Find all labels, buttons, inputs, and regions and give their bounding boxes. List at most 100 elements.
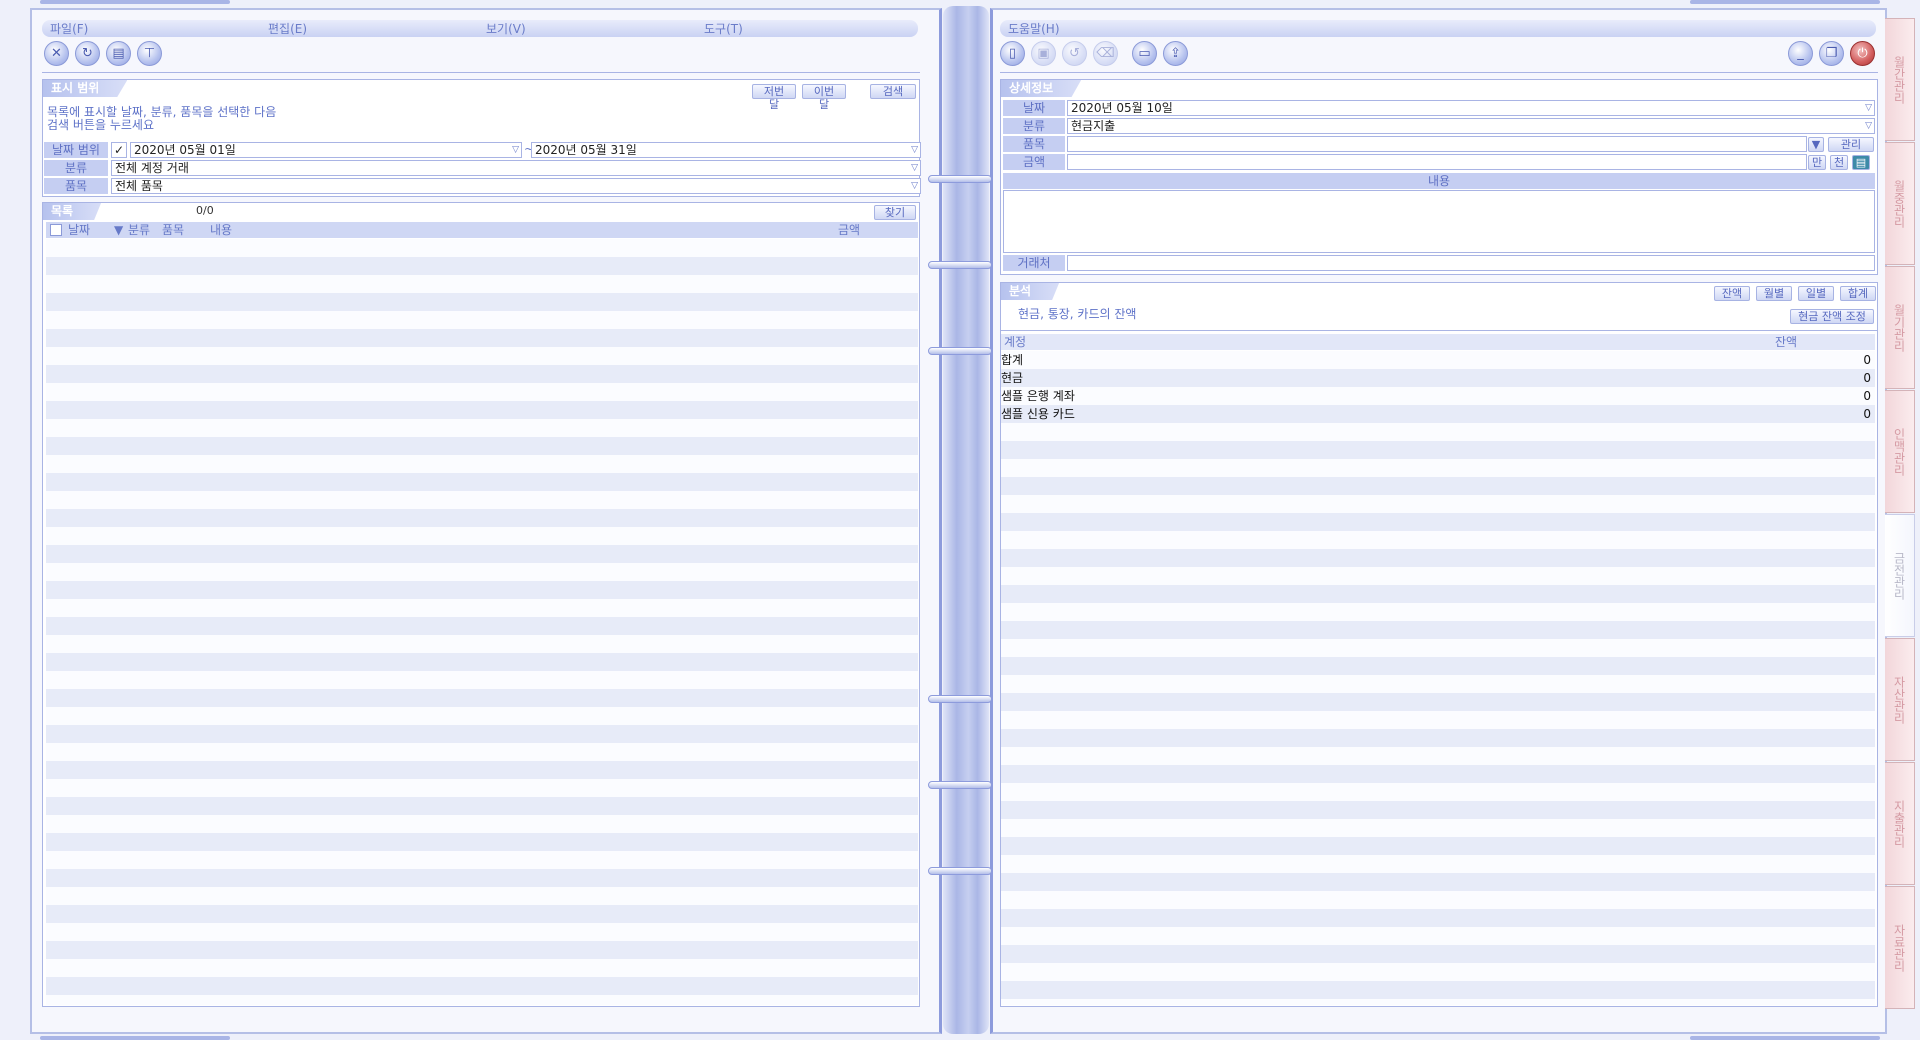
restore-icon[interactable]: ❐ <box>1819 41 1844 66</box>
item-label: 품목 <box>44 178 108 194</box>
side-tab-monthly[interactable]: 월간관리 <box>1885 18 1915 141</box>
man-button[interactable]: 만 <box>1808 155 1826 170</box>
side-tab-diary[interactable]: 월기관리 <box>1885 266 1915 389</box>
print-icon[interactable]: ▤ <box>106 41 131 66</box>
list-title: 목록 <box>43 203 102 220</box>
export-icon[interactable]: ⇪ <box>1163 41 1188 66</box>
right-toolbar: ▯ ▣ ↺ ⌫ ▭ ⇪ <box>1000 41 1188 66</box>
binder-ring <box>928 867 992 875</box>
col-balance[interactable]: 잔액 <box>1775 334 1797 350</box>
menu-help[interactable]: 도움말(H) <box>1000 20 1060 37</box>
page-corner <box>1690 1036 1880 1040</box>
side-tab-data[interactable]: 자료관리 <box>1885 886 1915 1009</box>
manage-button[interactable]: 관리 <box>1828 137 1874 152</box>
detail-amount-field[interactable] <box>1067 154 1807 170</box>
analysis-rows <box>1001 351 1875 1005</box>
page-corner <box>40 0 230 4</box>
adjust-cash-button[interactable]: 현금 잔액 조정 <box>1790 309 1874 324</box>
trash-icon[interactable]: ⌫ <box>1093 41 1118 66</box>
date-range-checkbox[interactable]: ✓ <box>111 142 127 158</box>
this-month-button[interactable]: 이번달 <box>802 84 846 111</box>
analysis-subtitle: 현금, 통장, 카드의 잔액 <box>1018 307 1137 321</box>
cheon-button[interactable]: 천 <box>1830 155 1848 170</box>
col-account[interactable]: 계정 <box>1004 334 1026 350</box>
date-from-field[interactable]: 2020년 05월 01일 ▽ <box>130 142 522 158</box>
dropdown-icon: ▽ <box>1865 103 1872 113</box>
window-controls: _ ❐ ⏻ <box>1788 41 1875 66</box>
date-range-label: 날짜 범위 <box>44 142 108 158</box>
filter-icon[interactable]: ⊤ <box>137 41 162 66</box>
category-select[interactable]: 전체 계정 거래 ▽ <box>111 160 921 176</box>
save-icon[interactable]: ▣ <box>1031 41 1056 66</box>
binder-ring <box>928 261 992 269</box>
vendor-label: 거래처 <box>1003 255 1065 271</box>
binder-spine <box>943 6 989 1034</box>
power-icon[interactable]: ⏻ <box>1850 41 1875 66</box>
account-row[interactable]: 샘플 신용 카드 0 <box>1001 405 1875 423</box>
undo-icon[interactable]: ↺ <box>1062 41 1087 66</box>
detail-category-select[interactable]: 현금지출 ▽ <box>1067 118 1875 134</box>
vendor-field[interactable] <box>1067 255 1875 271</box>
side-tab-contacts[interactable]: 인맥관리 <box>1885 390 1915 513</box>
content-textarea[interactable] <box>1003 190 1875 253</box>
search-button[interactable]: 검색 <box>870 84 916 99</box>
col-amount[interactable]: 금액 <box>838 222 860 238</box>
account-row[interactable]: 샘플 은행 계좌 0 <box>1001 387 1875 405</box>
divider <box>1001 330 1877 331</box>
range-hint: 검색 버튼을 누르세요 <box>47 118 154 132</box>
new-icon[interactable]: ▯ <box>1000 41 1025 66</box>
card-icon[interactable]: ▭ <box>1132 41 1157 66</box>
range-title: 표시 범위 <box>43 80 128 97</box>
category-label: 분류 <box>44 160 108 176</box>
detail-item-field[interactable] <box>1067 136 1807 152</box>
list-header: 날짜 ▼ 분류 품목 내용 금액 <box>46 222 918 238</box>
divider <box>1000 72 1878 73</box>
col-date[interactable]: 날짜 <box>68 222 90 238</box>
delete-icon[interactable]: ✕ <box>44 41 69 66</box>
calculator-icon[interactable]: ▤ <box>1852 155 1870 170</box>
col-category[interactable]: 분류 <box>128 222 150 238</box>
detail-item-label: 품목 <box>1003 136 1065 152</box>
divider <box>42 72 920 73</box>
side-tab-money[interactable]: 금전관리 <box>1885 514 1915 637</box>
menu-edit[interactable]: 편집(E) <box>260 20 478 37</box>
side-tab-schedule[interactable]: 월중관리 <box>1885 142 1915 265</box>
list-rows[interactable] <box>46 239 918 1005</box>
binder-ring <box>928 695 992 703</box>
dropdown-icon: ▽ <box>911 163 918 173</box>
page-corner <box>1690 0 1880 4</box>
tab-total[interactable]: 합계 <box>1840 286 1876 301</box>
detail-category-label: 분류 <box>1003 118 1065 134</box>
item-select[interactable]: 전체 품목 ▽ <box>111 178 921 194</box>
col-content[interactable]: 내용 <box>210 222 232 238</box>
side-tab-expense[interactable]: 지출관리 <box>1885 762 1915 885</box>
left-toolbar: ✕ ↻ ▤ ⊤ <box>44 41 162 66</box>
side-tab-assets[interactable]: 자산관리 <box>1885 638 1915 761</box>
sort-icon[interactable]: ▼ <box>114 222 123 238</box>
tab-daily[interactable]: 일별 <box>1798 286 1834 301</box>
menubar-right: 도움말(H) <box>1000 20 1876 37</box>
dropdown-icon: ▽ <box>1865 121 1872 131</box>
date-to-field[interactable]: 2020년 05월 31일 ▽ <box>531 142 921 158</box>
item-dropdown-icon[interactable]: ▼ <box>1808 137 1824 152</box>
detail-amount-label: 금액 <box>1003 154 1065 170</box>
prev-month-button[interactable]: 저번달 <box>752 84 796 111</box>
find-button[interactable]: 찾기 <box>874 205 916 220</box>
minimize-icon[interactable]: _ <box>1788 41 1813 66</box>
detail-date-field[interactable]: 2020년 05월 10일 ▽ <box>1067 100 1875 116</box>
col-item[interactable]: 품목 <box>162 222 184 238</box>
analysis-header: 계정 잔액 <box>1001 334 1875 350</box>
account-row[interactable]: 현금 0 <box>1001 369 1875 387</box>
menu-file[interactable]: 파일(F) <box>42 20 260 37</box>
select-all-checkbox[interactable] <box>50 224 62 236</box>
refresh-icon[interactable]: ↻ <box>75 41 100 66</box>
analysis-title: 분석 <box>1001 283 1060 300</box>
menubar-left: 파일(F) 편집(E) 보기(V) 도구(T) <box>42 20 918 37</box>
binder-ring <box>928 175 992 183</box>
account-row[interactable]: 합계 0 <box>1001 351 1875 369</box>
menu-view[interactable]: 보기(V) <box>478 20 696 37</box>
menu-tools[interactable]: 도구(T) <box>696 20 914 37</box>
tab-monthly[interactable]: 월별 <box>1756 286 1792 301</box>
detail-date-label: 날짜 <box>1003 100 1065 116</box>
tab-balance[interactable]: 잔액 <box>1714 286 1750 301</box>
